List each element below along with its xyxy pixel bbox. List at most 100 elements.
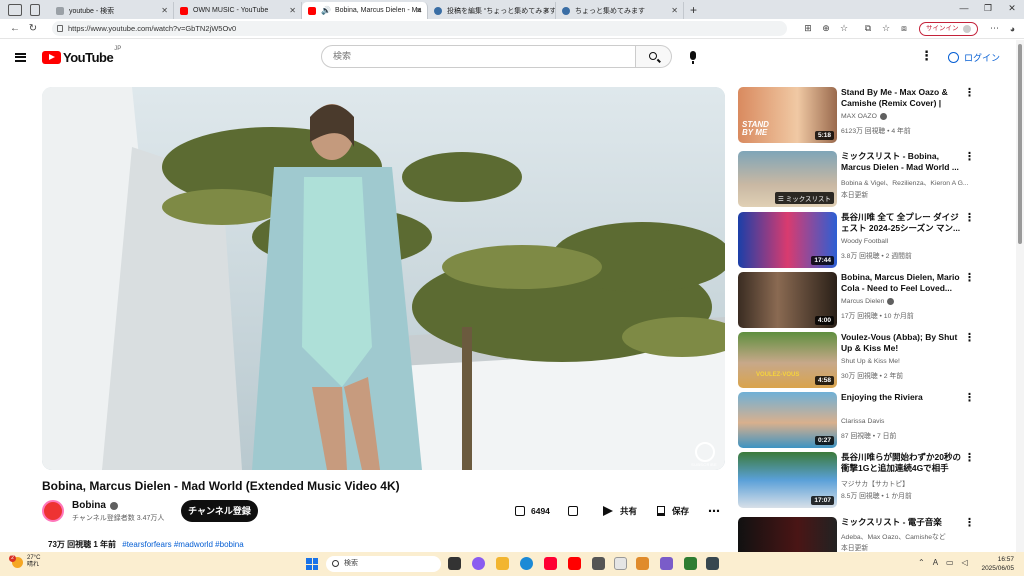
video-thumbnail[interactable]: 4:00 [738, 272, 837, 328]
refresh-icon[interactable]: ↻ [24, 23, 42, 34]
recommendation-item[interactable]: 0:27 Enjoying the Riviera Clarissa Davis… [738, 392, 1010, 448]
taskbar-search-input[interactable]: 検索 [326, 556, 441, 572]
network-icon[interactable]: ▭ [946, 558, 954, 567]
scrollbar-thumb[interactable] [1018, 44, 1022, 244]
video-player[interactable]: SUBSCRIBE [42, 87, 725, 470]
file-explorer-icon[interactable] [496, 557, 509, 570]
share-button[interactable]: 共有 [603, 503, 637, 519]
settings-more-icon[interactable]: ⋮ [920, 49, 933, 63]
more-vertical-icon[interactable]: ⋮ [964, 151, 975, 163]
save-button[interactable]: 保存 [657, 503, 689, 519]
description-summary[interactable]: 73万 回視聴 1 年前 #tearsforfears #madworld #b… [48, 539, 244, 550]
subscribe-watermark-icon[interactable] [695, 442, 715, 462]
login-button[interactable]: ログイン [940, 47, 1008, 67]
close-window-icon[interactable]: ✕ [1000, 0, 1024, 17]
app-icon[interactable] [684, 557, 697, 570]
recommendation-item[interactable]: VOULEZ-VOUS 4:58 Voulez-Vous (Abba); By … [738, 332, 1010, 388]
workspaces-icon[interactable] [8, 3, 22, 16]
subscribe-button[interactable]: チャンネル登録 [181, 500, 258, 522]
video-thumbnail[interactable]: ☰ ミックスリスト [738, 151, 837, 207]
minimize-icon[interactable]: — [952, 0, 976, 17]
clock[interactable]: 16:57 2025/06/05 [981, 555, 1014, 573]
recommendation-item[interactable]: 17:07 長谷川唯らが開始わずか20秒の衝撃1Gと追加連続4Gで相手に... … [738, 452, 1010, 508]
speaker-icon[interactable]: 🔊 [321, 6, 331, 15]
browser-signin-button[interactable]: サインイン [919, 21, 978, 36]
channel-name[interactable]: Bobina [72, 500, 118, 511]
chevron-up-icon[interactable]: ⌃ [918, 558, 925, 567]
youtube-logo[interactable]: YouTube JP [42, 46, 121, 65]
volume-icon[interactable]: ◁ [962, 558, 968, 567]
video-thumbnail[interactable]: 17:07 [738, 452, 837, 508]
app-icon[interactable] [706, 557, 719, 570]
search-input[interactable]: 検索 [321, 45, 636, 68]
weather-widget[interactable]: 2 27°C 晴れ [9, 554, 40, 569]
search-button[interactable] [636, 45, 672, 68]
video-thumbnail[interactable]: 0:27 [738, 392, 837, 448]
ime-icon[interactable]: A [933, 558, 938, 567]
close-tab-icon[interactable]: ✕ [161, 6, 168, 15]
channel-label[interactable]: Woody Football [841, 238, 969, 245]
youtube-app-icon[interactable] [568, 557, 581, 570]
task-view-icon[interactable] [448, 557, 461, 570]
tab-blog[interactable]: ちょっと集めてみます ✕ [556, 2, 684, 19]
zoom-icon[interactable]: ⊕ [817, 23, 835, 34]
video-thumbnail[interactable]: STAND BY ME 5:18 [738, 87, 837, 143]
back-icon[interactable]: ← [6, 23, 24, 34]
microphone-icon[interactable] [690, 51, 696, 64]
more-vertical-icon[interactable]: ⋮ [964, 517, 975, 529]
channel-label[interactable]: Shut Up & Kiss Me! [841, 358, 969, 365]
notepad-icon[interactable] [614, 557, 627, 570]
close-tab-icon[interactable]: ✕ [671, 6, 678, 15]
tab-current-video[interactable]: 🔊 Bobina, Marcus Dielen - Ma ✕ [302, 2, 428, 19]
more-vertical-icon[interactable]: ⋮ [964, 332, 975, 344]
close-tab-icon[interactable]: ✕ [415, 6, 422, 15]
video-thumbnail[interactable]: 17:44 [738, 212, 837, 268]
edge-icon[interactable] [520, 557, 533, 570]
more-vertical-icon[interactable]: ⋮ [964, 272, 975, 284]
dislike-button[interactable] [568, 503, 578, 519]
tab-edit-post[interactable]: 投稿を編集 “ちょっと集めてみます ✕ [428, 2, 556, 19]
recommendation-item[interactable]: ミックスリスト - 電子音楽 Adeba、Max Oazo、Camisheなど … [738, 517, 1010, 552]
yahoo-icon[interactable] [544, 557, 557, 570]
browser-menu-icon[interactable]: ⋯ [986, 23, 1004, 34]
close-tab-icon[interactable]: ✕ [543, 6, 550, 15]
terminal-icon[interactable] [592, 557, 605, 570]
channel-label[interactable]: Marcus Dielen [841, 298, 969, 305]
recommendation-item[interactable]: STAND BY ME 5:18 Stand By Me - Max Oazo … [738, 87, 1010, 143]
tab-own-music[interactable]: OWN MUSIC - YouTube ✕ [174, 2, 302, 19]
more-vertical-icon[interactable]: ⋮ [964, 87, 975, 99]
favorite-star-icon[interactable]: ☆ [835, 23, 853, 34]
tab-actions-icon[interactable] [30, 3, 40, 16]
app-available-icon[interactable]: ⊞ [799, 23, 817, 34]
url-field[interactable]: https://www.youtube.com/watch?v=GbTN2jW5… [52, 21, 787, 36]
collections-icon[interactable]: ☆ [877, 23, 895, 34]
copilot-app-icon[interactable] [472, 557, 485, 570]
more-actions-button[interactable]: ⋯ [708, 503, 720, 519]
menu-icon[interactable] [15, 52, 26, 62]
recommendation-item[interactable]: ☰ ミックスリスト ミックスリスト - Bobina, Marcus Diele… [738, 151, 1010, 207]
close-tab-icon[interactable]: ✕ [289, 6, 296, 15]
tab-youtube-search[interactable]: youtube - 検索 ✕ [50, 2, 174, 19]
channel-label[interactable]: MAX OAZO [841, 113, 969, 120]
channel-avatar[interactable] [42, 500, 64, 522]
new-tab-icon[interactable]: + [690, 3, 697, 17]
more-vertical-icon[interactable]: ⋮ [964, 212, 975, 224]
channel-label[interactable]: Adeba、Max Oazo、Camisheなど [841, 531, 969, 541]
video-thumbnail[interactable]: VOULEZ-VOUS 4:58 [738, 332, 837, 388]
restore-icon[interactable]: ❐ [976, 0, 1000, 17]
more-vertical-icon[interactable]: ⋮ [964, 452, 975, 464]
copilot-icon[interactable]: ◕ [1004, 24, 1022, 34]
video-thumbnail[interactable] [738, 517, 837, 552]
browser-essentials-icon[interactable]: ⧈ [895, 23, 913, 34]
page-scrollbar[interactable] [1016, 40, 1024, 552]
like-button[interactable]: 6494 [515, 503, 550, 519]
more-vertical-icon[interactable]: ⋮ [964, 392, 975, 404]
recommendation-item[interactable]: 4:00 Bobina, Marcus Dielen, Mario Cola -… [738, 272, 1010, 328]
app-icon[interactable] [660, 557, 673, 570]
app-icon[interactable] [636, 557, 649, 570]
extensions-icon[interactable]: ⧉ [859, 23, 877, 34]
recommendation-item[interactable]: 17:44 長谷川唯 全て 全プレー ダイジェスト 2024-25シーズン マン… [738, 212, 1010, 268]
channel-label[interactable]: Bobina & Vigel、Rezilienza、Kieron A G... [841, 177, 969, 187]
channel-label[interactable]: Clarissa Davis [841, 418, 969, 425]
channel-label[interactable]: マジサカ【サカトピ】 [841, 478, 969, 488]
